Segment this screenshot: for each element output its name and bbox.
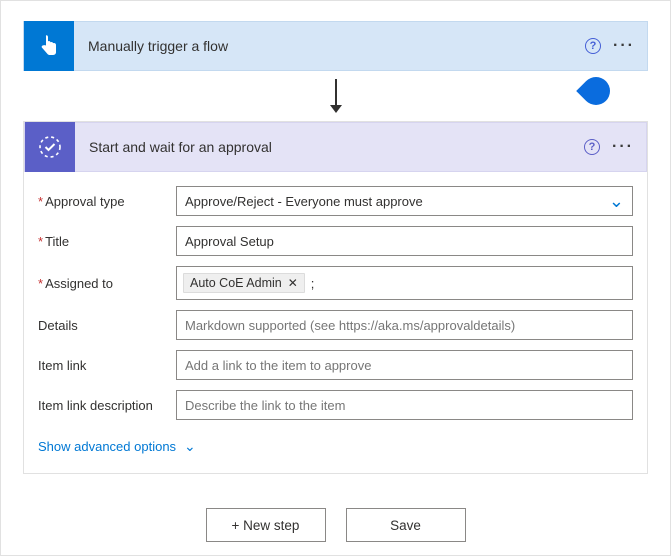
details-placeholder: Markdown supported (see https://aka.ms/a… [185,318,515,333]
item-link-input[interactable]: Add a link to the item to approve [176,350,633,380]
more-menu-icon[interactable]: ··· [612,139,634,155]
row-title: Title Approval Setup [38,226,633,256]
advanced-label: Show advanced options [38,439,176,454]
label-item-link-desc: Item link description [38,398,176,413]
item-link-desc-input[interactable]: Describe the link to the item [176,390,633,420]
add-step-drop-icon[interactable] [576,71,616,111]
assignee-separator: ; [311,276,315,291]
label-assigned-to: Assigned to [38,276,176,291]
chevron-down-icon: ⌄ [609,192,624,210]
action-header[interactable]: Start and wait for an approval ? ··· [24,122,647,172]
item-link-desc-placeholder: Describe the link to the item [185,398,345,413]
action-card-actions: ? ··· [584,139,646,155]
action-title: Start and wait for an approval [75,139,584,155]
row-item-link: Item link Add a link to the item to appr… [38,350,633,380]
remove-chip-icon[interactable]: ✕ [288,276,298,290]
help-icon[interactable]: ? [584,139,600,155]
new-step-button[interactable]: + New step [206,508,326,542]
trigger-title: Manually trigger a flow [74,38,585,54]
title-input[interactable]: Approval Setup [176,226,633,256]
show-advanced-options[interactable]: Show advanced options ⌄ [38,430,196,469]
trigger-icon-touch [24,21,74,71]
chevron-down-icon: ⌄ [184,438,196,455]
label-title: Title [38,234,176,249]
row-assigned-to: Assigned to Auto CoE Admin ✕ ; [38,266,633,300]
assignee-chip: Auto CoE Admin ✕ [183,273,305,293]
connector-arrow-head [330,105,342,113]
new-step-label: + New step [232,518,300,533]
approval-type-select[interactable]: Approve/Reject - Everyone must approve ⌄ [176,186,633,216]
assigned-to-input[interactable]: Auto CoE Admin ✕ ; [176,266,633,300]
flow-designer-canvas: Manually trigger a flow ? ··· Start and … [0,0,671,556]
trigger-card-actions: ? ··· [585,38,647,54]
row-item-link-desc: Item link description Describe the link … [38,390,633,420]
title-value: Approval Setup [185,234,274,249]
details-input[interactable]: Markdown supported (see https://aka.ms/a… [176,310,633,340]
row-details: Details Markdown supported (see https://… [38,310,633,340]
save-button[interactable]: Save [346,508,466,542]
trigger-card[interactable]: Manually trigger a flow ? ··· [23,21,648,71]
item-link-placeholder: Add a link to the item to approve [185,358,371,373]
more-menu-icon[interactable]: ··· [613,38,635,54]
connector [23,71,648,121]
save-label: Save [390,518,421,533]
row-approval-type: Approval type Approve/Reject - Everyone … [38,186,633,216]
assignee-chip-text: Auto CoE Admin [190,276,282,290]
footer-actions: + New step Save [23,508,648,542]
approval-type-value: Approve/Reject - Everyone must approve [185,194,423,209]
connector-line [335,79,337,105]
action-form: Approval type Approve/Reject - Everyone … [24,172,647,473]
approval-action-card: Start and wait for an approval ? ··· App… [23,121,648,474]
label-item-link: Item link [38,358,176,373]
approval-icon [25,122,75,172]
label-details: Details [38,318,176,333]
label-approval-type: Approval type [38,194,176,209]
help-icon[interactable]: ? [585,38,601,54]
